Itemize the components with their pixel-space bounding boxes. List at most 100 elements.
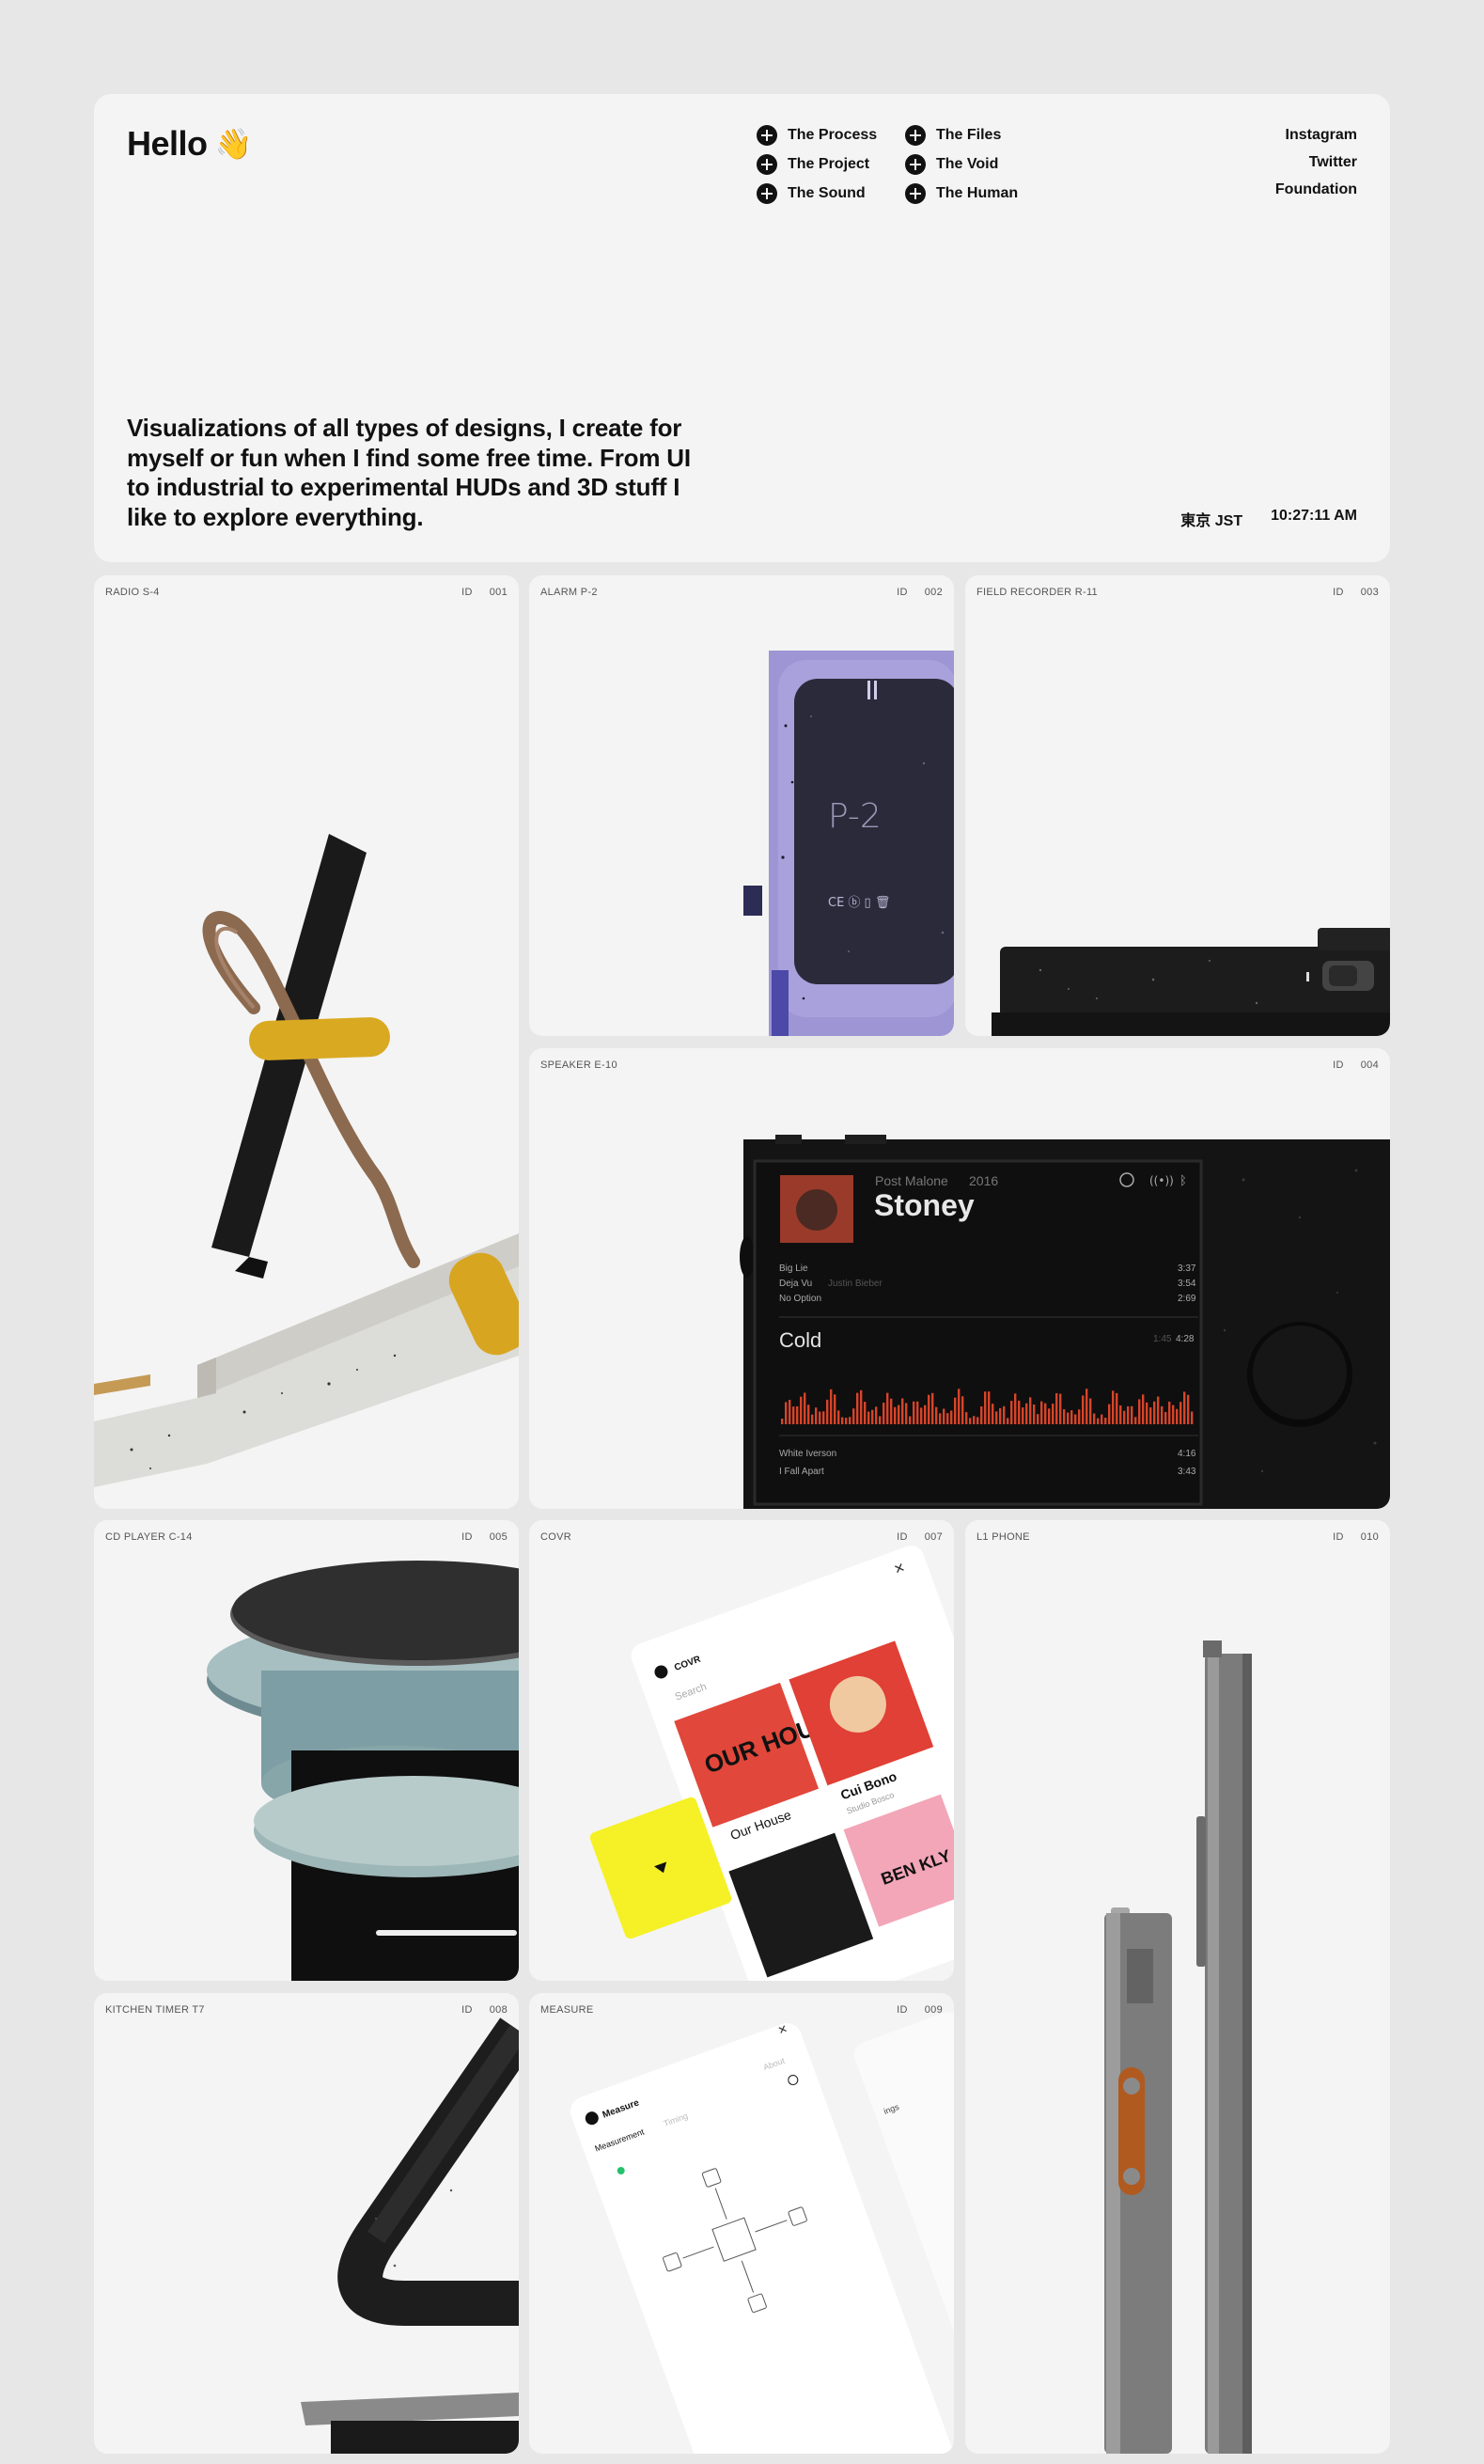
eq-bar xyxy=(958,1389,961,1424)
eq-bar xyxy=(1059,1393,1062,1424)
nav-column-1: The Process The Project The Sound xyxy=(757,125,877,204)
cd-player-render xyxy=(207,1561,519,1981)
eq-bar xyxy=(1067,1412,1070,1424)
eq-bar xyxy=(822,1411,825,1424)
eq-bar xyxy=(1172,1405,1175,1424)
eq-bar xyxy=(1029,1397,1032,1424)
foundation-link[interactable]: Foundation xyxy=(1275,180,1357,199)
eq-bar xyxy=(1153,1401,1156,1424)
project-card-alarm[interactable]: ALARM P-2 ID 002 P-2 CE ⓑ ▯ 🗑 xyxy=(529,575,954,1036)
track-title: I Fall Apart xyxy=(779,1467,824,1477)
nav-column-2: The Files The Void The Human xyxy=(905,125,1018,204)
eq-bar xyxy=(992,1404,994,1424)
eq-bar xyxy=(879,1416,882,1424)
project-card-covr[interactable]: COVR ID 007 COVR Search OUR HOUSE Our Hou… xyxy=(529,1520,954,1981)
eq-bar xyxy=(954,1397,957,1424)
project-card-field-recorder[interactable]: FIELD RECORDER R-11 ID 003 xyxy=(965,575,1390,1036)
nav-item-the-project[interactable]: The Project xyxy=(757,154,877,175)
eq-bar xyxy=(909,1416,912,1424)
eq-bar xyxy=(804,1392,806,1424)
card-header: ALARM P-2 ID 002 xyxy=(540,587,943,598)
card-title: SPEAKER E-10 xyxy=(540,1059,617,1071)
card-header: COVR ID 007 xyxy=(540,1531,943,1543)
card-title: MEASURE xyxy=(540,2004,594,2016)
eq-bar xyxy=(1052,1404,1054,1424)
eq-bar xyxy=(1093,1413,1096,1424)
project-card-l1-phone[interactable]: L1 PHONE ID 010 xyxy=(965,1520,1390,2454)
eq-bar xyxy=(995,1411,998,1424)
speaker-artist: Post Malone xyxy=(875,1173,948,1188)
project-card-kitchen-timer[interactable]: KITCHEN TIMER T7 ID 008 xyxy=(94,1993,519,2454)
project-card-speaker[interactable]: SPEAKER E-10 ID 004 Post Malone 2016 Ston… xyxy=(529,1048,1390,1509)
instagram-link[interactable]: Instagram xyxy=(1286,125,1357,145)
card-header: KITCHEN TIMER T7 ID 008 xyxy=(105,2004,508,2016)
eq-bar xyxy=(1142,1394,1145,1424)
eq-bar xyxy=(1161,1405,1164,1424)
track-time: 2:69 xyxy=(1178,1294,1196,1304)
speaker-year: 2016 xyxy=(969,1173,998,1188)
card-header: RADIO S-4 ID 001 xyxy=(105,587,508,598)
id-label: ID xyxy=(897,2004,908,2016)
project-card-cd-player[interactable]: CD PLAYER C-14 ID 005 xyxy=(94,1520,519,1981)
eq-bar xyxy=(980,1405,983,1424)
alarm-clock-render: P-2 CE ⓑ ▯ 🗑 xyxy=(743,651,954,1036)
eq-bar xyxy=(1101,1414,1103,1424)
plus-circle-icon xyxy=(757,125,777,146)
card-title: COVR xyxy=(540,1531,571,1543)
card-header: CD PLAYER C-14 ID 005 xyxy=(105,1531,508,1543)
eq-bar xyxy=(898,1405,900,1424)
social-links: Instagram Twitter Foundation xyxy=(1275,125,1357,199)
eq-bar xyxy=(1164,1412,1167,1424)
nav-item-the-process[interactable]: The Process xyxy=(757,125,877,146)
project-card-measure[interactable]: MEASURE ID 009 ings Measure ✕ Measurement… xyxy=(529,1993,954,2454)
plus-circle-icon xyxy=(905,183,926,204)
eq-bar xyxy=(856,1392,859,1424)
eq-bar xyxy=(1022,1407,1024,1424)
plus-circle-icon xyxy=(757,183,777,204)
project-card-radio[interactable]: RADIO S-4 ID 001 xyxy=(94,575,519,1509)
card-id: 010 xyxy=(1360,1531,1379,1543)
eq-bar xyxy=(871,1409,874,1424)
id-label: ID xyxy=(1333,1531,1344,1543)
eq-bar xyxy=(852,1408,855,1424)
nav-item-the-void[interactable]: The Void xyxy=(905,154,1018,175)
card-title: CD PLAYER C-14 xyxy=(105,1531,193,1543)
waving-hand-icon: 👋 xyxy=(214,127,253,161)
track-time: 4:16 xyxy=(1178,1449,1196,1459)
speaker-render: Post Malone 2016 Stoney ((•)) ᛒ Big Lie 3… xyxy=(740,1135,1390,1509)
card-header: FIELD RECORDER R-11 ID 003 xyxy=(976,587,1379,598)
nav-item-the-human[interactable]: The Human xyxy=(905,183,1018,204)
track-time: 3:43 xyxy=(1178,1467,1196,1477)
twitter-link[interactable]: Twitter xyxy=(1309,152,1357,172)
greeting-text: Hello xyxy=(127,124,208,163)
eq-bar xyxy=(1123,1410,1126,1424)
eq-bar xyxy=(999,1407,1002,1424)
eq-bar xyxy=(789,1400,791,1424)
nav-label: The Files xyxy=(936,127,1002,143)
eq-bar xyxy=(1037,1414,1039,1424)
id-label: ID xyxy=(897,1531,908,1543)
card-id: 009 xyxy=(924,2004,943,2016)
card-id: 008 xyxy=(489,2004,508,2016)
eq-bar xyxy=(913,1401,915,1424)
nav-item-the-sound[interactable]: The Sound xyxy=(757,183,877,204)
eq-bar xyxy=(1048,1408,1051,1424)
eq-bar xyxy=(860,1389,863,1424)
timezone-label: 東京 JST xyxy=(1180,513,1243,529)
eq-bar xyxy=(800,1396,803,1424)
card-title: FIELD RECORDER R-11 xyxy=(976,587,1098,598)
eq-bar xyxy=(867,1411,870,1424)
eq-bar xyxy=(815,1407,818,1424)
eq-bar xyxy=(1149,1407,1152,1424)
eq-bar xyxy=(1176,1408,1179,1424)
eq-bar xyxy=(976,1417,979,1424)
elapsed-time: 1:45 xyxy=(1153,1334,1172,1344)
id-label: ID xyxy=(461,1531,473,1543)
track-title: No Option xyxy=(779,1294,821,1304)
nav-item-the-files[interactable]: The Files xyxy=(905,125,1018,146)
alarm-cert-marks: CE ⓑ ▯ 🗑 xyxy=(828,895,890,910)
id-label: ID xyxy=(1333,587,1344,598)
eq-bar xyxy=(1070,1410,1073,1424)
eq-bar xyxy=(969,1418,972,1424)
eq-bar xyxy=(1116,1392,1118,1424)
